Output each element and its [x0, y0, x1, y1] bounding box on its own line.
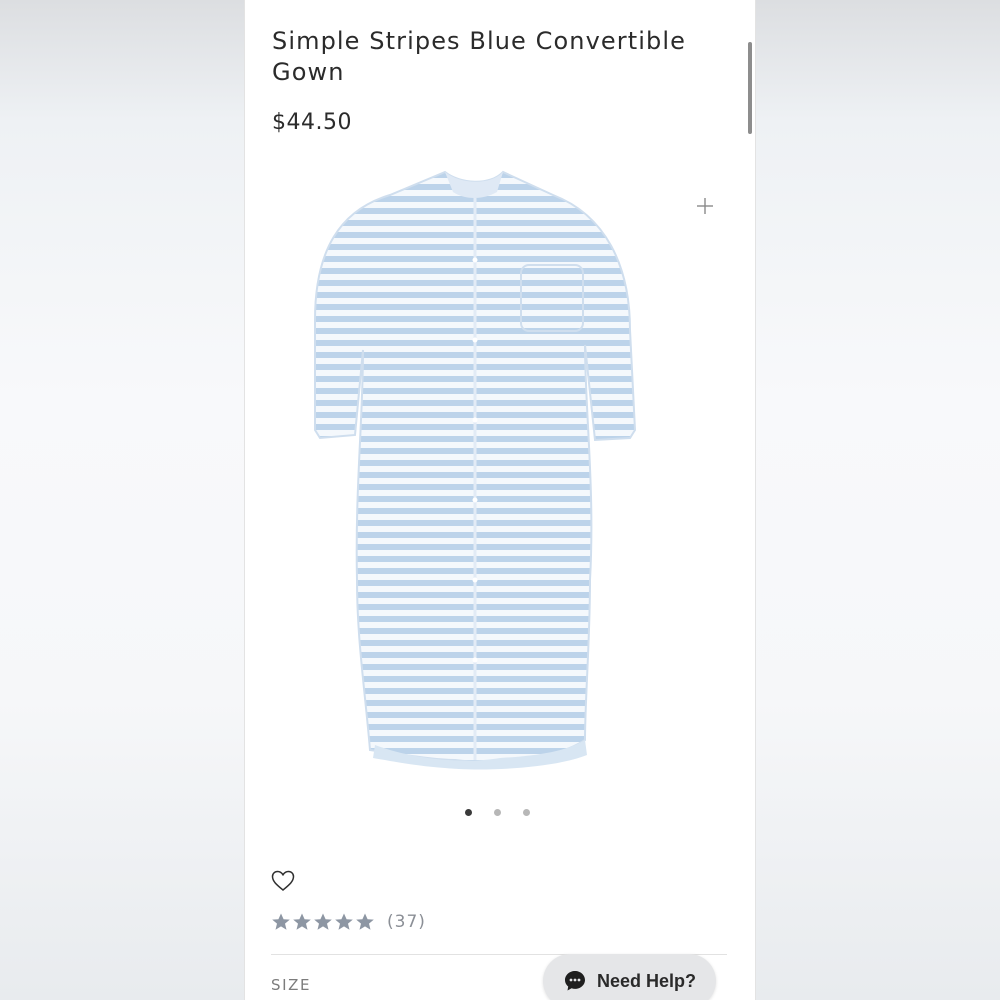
- need-help-label: Need Help?: [597, 970, 697, 991]
- chat-bubble-icon: [565, 971, 585, 991]
- product-page: Simple Stripes Blue Convertible Gown $44…: [245, 0, 755, 1000]
- star-icon: [272, 913, 290, 930]
- carousel-dot-1[interactable]: [465, 809, 472, 816]
- background-right: [755, 0, 1000, 1000]
- background-left: [0, 0, 245, 1000]
- rating-summary[interactable]: (37): [271, 912, 426, 932]
- star-icon: [356, 913, 374, 930]
- scrollbar[interactable]: [748, 42, 752, 134]
- carousel-dot-3[interactable]: [523, 809, 530, 816]
- heart-outline-icon[interactable]: [271, 870, 295, 892]
- star-rating: [271, 912, 375, 932]
- star-icon: [335, 913, 353, 930]
- size-label: SIZE: [271, 976, 312, 994]
- star-icon: [293, 913, 311, 930]
- review-count: (37): [387, 912, 426, 932]
- carousel-indicators: [465, 809, 530, 816]
- carousel-dot-2[interactable]: [494, 809, 501, 816]
- need-help-button[interactable]: Need Help?: [543, 954, 716, 1000]
- product-price: $44.50: [272, 110, 352, 135]
- star-icon: [314, 913, 332, 930]
- product-title: Simple Stripes Blue Convertible Gown: [272, 27, 686, 86]
- product-image[interactable]: [285, 160, 705, 790]
